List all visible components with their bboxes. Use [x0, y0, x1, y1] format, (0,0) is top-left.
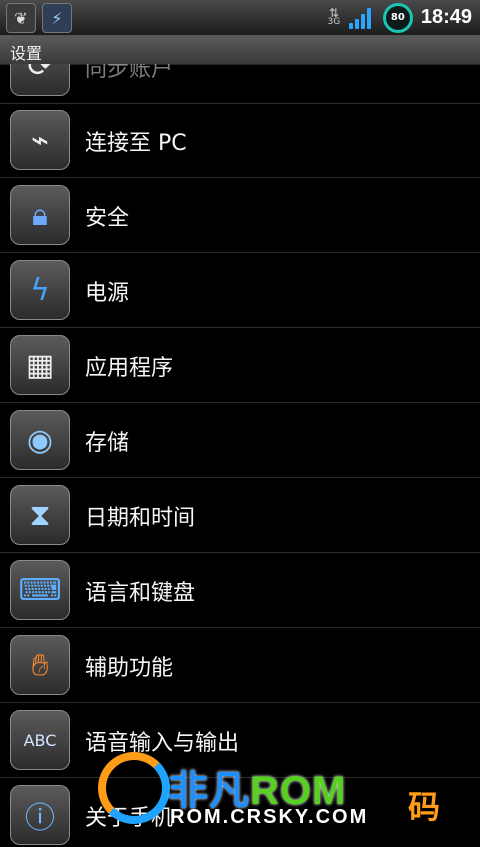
battery-power-icon: ϟ [10, 260, 70, 320]
settings-item-security[interactable]: 🔒︎ 安全 [0, 178, 480, 253]
info-icon: ⓘ [10, 785, 70, 845]
title-bar: 设置 [0, 36, 480, 65]
settings-item-voice-io[interactable]: ABC 语音输入与输出 [0, 703, 480, 778]
battery-icon: 80 [382, 2, 413, 33]
settings-item-label: 存储 [85, 431, 130, 456]
settings-item-label: 同步账户 [85, 64, 174, 82]
padlock-icon: 🔒︎ [10, 185, 70, 245]
settings-item-label: 电源 [85, 281, 130, 306]
storage-disk-icon: ◉ [10, 410, 70, 470]
settings-item-connect-pc[interactable]: ⌁ 连接至 PC [0, 103, 480, 178]
settings-item-about[interactable]: ⓘ 关于手机 [0, 778, 480, 847]
hand-icon: ✋︎ [10, 635, 70, 695]
settings-list[interactable]: ⟳ 同步账户 ⌁ 连接至 PC 🔒︎ 安全 ϟ 电源 ▦ 应用程序 ◉ 存储 ⧗… [0, 64, 480, 847]
settings-item-apps[interactable]: ▦ 应用程序 [0, 328, 480, 403]
speech-bubble-icon: ABC [10, 710, 70, 770]
settings-item-date-time[interactable]: ⧗ 日期和时间 [0, 478, 480, 553]
settings-item-label: 日期和时间 [85, 506, 196, 531]
hourglass-icon: ⧗ [10, 485, 70, 545]
page-title: 设置 [10, 44, 43, 63]
clock: 18:49 [420, 6, 472, 28]
settings-item-label: 语言和键盘 [85, 581, 196, 606]
settings-item-accessibility[interactable]: ✋︎ 辅助功能 [0, 628, 480, 703]
settings-item-sync[interactable]: ⟳ 同步账户 [0, 64, 480, 104]
settings-item-storage[interactable]: ◉ 存储 [0, 403, 480, 478]
keyboard-icon: ⌨ [10, 560, 70, 620]
battery-level: 80 [390, 12, 405, 23]
settings-item-label: 语音输入与输出 [85, 731, 240, 756]
settings-item-power[interactable]: ϟ 电源 [0, 253, 480, 328]
apps-grid-icon: ▦ [10, 335, 70, 395]
settings-item-language-keyboard[interactable]: ⌨ 语言和键盘 [0, 553, 480, 628]
settings-item-label: 辅助功能 [85, 656, 174, 681]
network-type-label: 3G [327, 16, 341, 27]
sync-icon: ⟳ [10, 64, 70, 96]
usb-cable-icon: ⌁ [10, 110, 70, 170]
settings-item-label: 关于手机 [85, 806, 174, 831]
status-bar: ❦ ⚡ ⇅ 3G 80 18:49 [0, 0, 480, 36]
settings-item-label: 安全 [85, 206, 130, 231]
leaf-icon[interactable]: ❦ [6, 3, 36, 33]
settings-item-label: 应用程序 [85, 356, 174, 381]
data-activity-indicator: ⇅ 3G [327, 7, 341, 27]
notification-icons: ❦ ⚡ [6, 3, 72, 33]
signal-strength-icon [348, 7, 375, 29]
settings-item-label: 连接至 PC [85, 131, 187, 156]
usb-icon[interactable]: ⚡ [42, 3, 72, 33]
